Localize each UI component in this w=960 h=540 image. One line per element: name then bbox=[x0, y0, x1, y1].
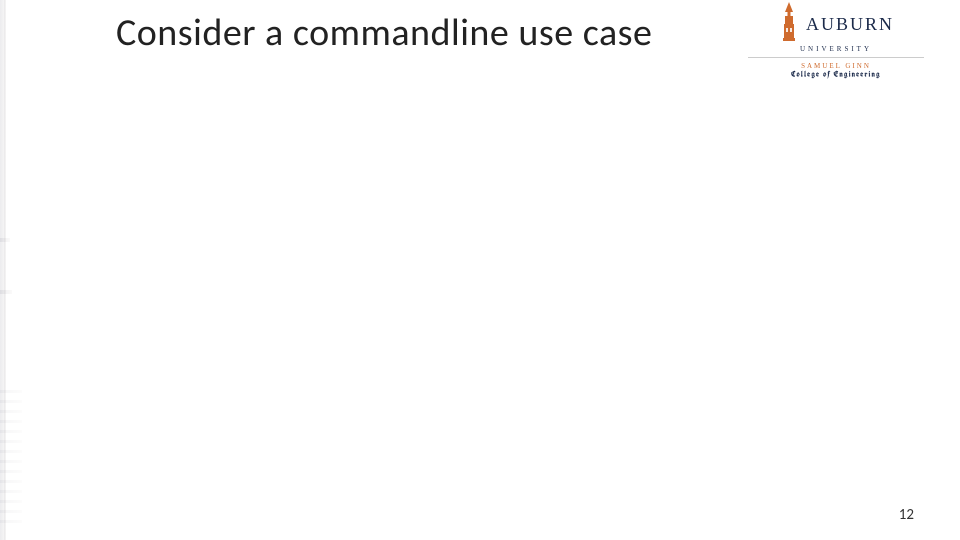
university-text: UNIVERSITY bbox=[726, 45, 946, 53]
auburn-logo: AUBURN UNIVERSITY SAMUEL GINN College of… bbox=[726, 4, 946, 80]
page-number: 12 bbox=[899, 506, 914, 524]
slide-title: Consider a commandline use case bbox=[116, 10, 652, 56]
college-line1: SAMUEL GINN bbox=[726, 62, 946, 70]
college-line2: College of Engineering bbox=[726, 70, 946, 80]
left-decoration bbox=[0, 0, 24, 540]
tower-icon bbox=[778, 2, 800, 47]
logo-divider bbox=[748, 57, 924, 58]
brand-text: AUBURN bbox=[806, 14, 894, 35]
slide: Consider a commandline use case AUBURN U… bbox=[0, 0, 960, 540]
